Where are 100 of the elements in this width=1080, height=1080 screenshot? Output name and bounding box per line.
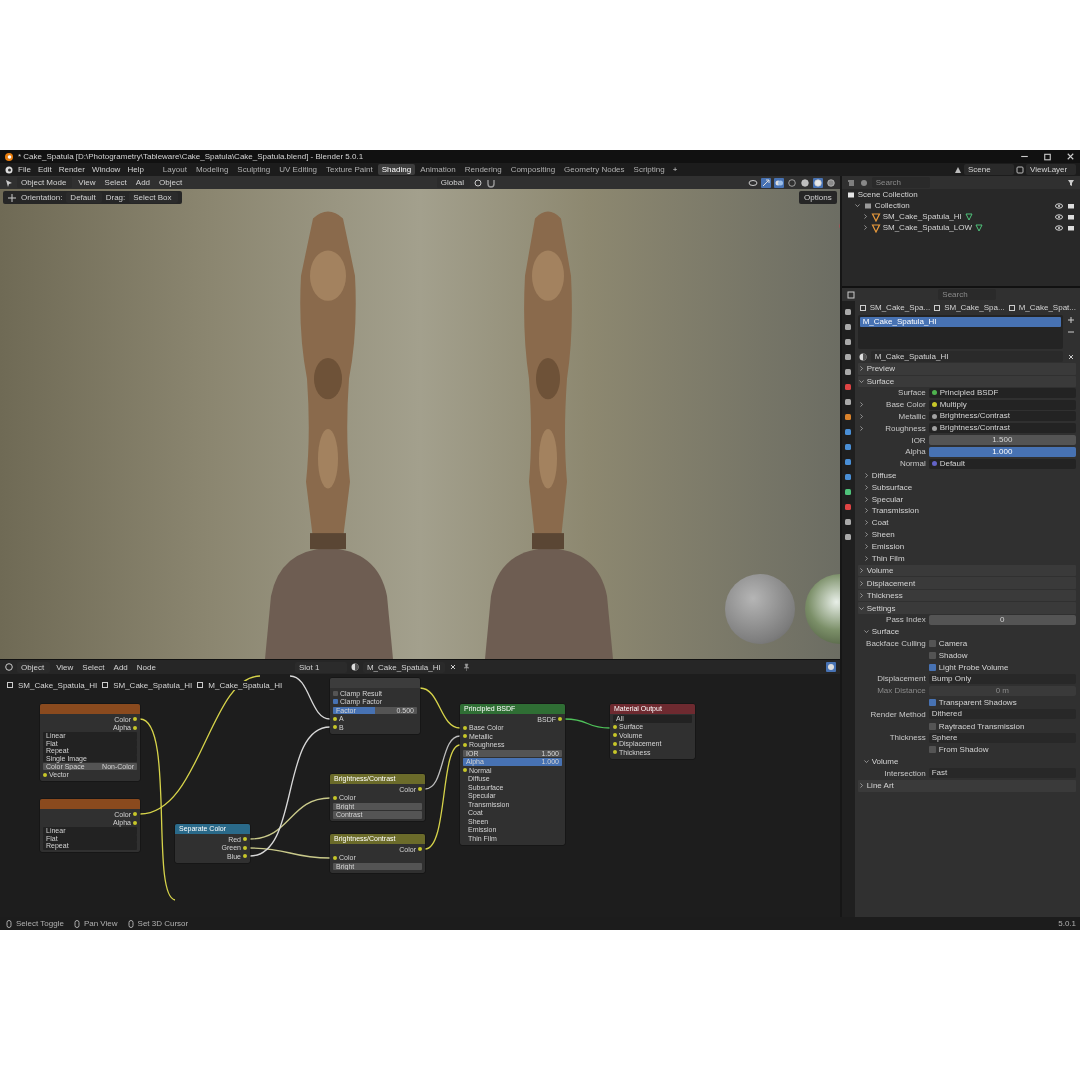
disclosure-chevron-icon[interactable] <box>862 554 870 562</box>
node-checkbox[interactable] <box>333 699 338 705</box>
disclosure-chevron-icon[interactable] <box>862 507 870 515</box>
transform-orientation-dropdown[interactable]: Global <box>436 177 470 188</box>
magnet-icon[interactable] <box>485 177 496 188</box>
workspace-tab[interactable]: Layout <box>158 164 191 175</box>
overlay-toggle-icon[interactable] <box>825 662 836 672</box>
search-field[interactable]: Search <box>938 289 997 300</box>
disclosure-chevron-icon[interactable] <box>857 579 865 587</box>
properties-tab-icon[interactable] <box>843 367 854 377</box>
menu-item[interactable]: Node <box>133 661 159 673</box>
panel-header[interactable]: Thickness <box>857 589 1076 602</box>
breadcrumb[interactable]: SM_Cake_Spa... <box>944 303 1005 312</box>
mode-dropdown[interactable]: Object Mode <box>17 177 73 188</box>
properties-tab-icon[interactable] <box>843 472 854 482</box>
workspace-tab[interactable]: Shading <box>377 164 416 175</box>
socket-link-field[interactable]: Default <box>928 458 1076 469</box>
properties-tab-icon[interactable] <box>843 412 854 422</box>
subpanel-title[interactable]: Thin Film <box>871 553 905 563</box>
layers-icon[interactable] <box>1015 164 1025 175</box>
node-header[interactable] <box>40 704 140 714</box>
eye-icon[interactable] <box>1054 200 1064 211</box>
workspace-tab[interactable]: UV Editing <box>275 164 322 175</box>
display-mode-icon[interactable] <box>858 177 869 188</box>
outliner-item[interactable]: Collection <box>874 201 910 210</box>
panel-header[interactable]: Settings <box>857 602 1076 614</box>
search-field[interactable]: Search <box>871 177 930 188</box>
properties-tab-icon[interactable] <box>843 382 854 392</box>
dropdown[interactable]: Dithered <box>928 709 1076 720</box>
subpanel-title[interactable]: Surface <box>871 627 900 637</box>
wireframe-shading-icon[interactable] <box>786 177 797 188</box>
node-editor-icon[interactable] <box>4 662 14 672</box>
breadcrumb[interactable]: SM_Cake_Spa... <box>869 303 931 312</box>
material-shading-icon[interactable] <box>812 177 823 188</box>
material-icon[interactable] <box>857 351 868 362</box>
properties-tab-icon[interactable] <box>843 397 854 407</box>
subpanel-title[interactable]: Volume <box>871 756 899 766</box>
plus-icon[interactable] <box>1066 315 1076 325</box>
subpanel-title[interactable]: Coat <box>871 518 889 528</box>
workspace-tab[interactable]: Rendering <box>460 164 506 175</box>
slider-field[interactable]: 1.000 <box>928 446 1076 457</box>
menu-item[interactable]: Object <box>156 177 186 188</box>
node-checkbox[interactable] <box>333 690 338 696</box>
checkbox[interactable] <box>928 651 936 659</box>
material-slot[interactable]: M_Cake_Spatula_HI <box>859 317 1061 327</box>
eye-icon[interactable] <box>1054 211 1064 222</box>
disclosure-chevron-icon[interactable] <box>857 567 865 575</box>
socket-link-field[interactable]: Brightness/Contrast <box>928 411 1076 422</box>
visibility-icon[interactable] <box>747 177 758 188</box>
breadcrumb[interactable]: SM_Cake_Spatula_HI <box>18 680 98 690</box>
slot-dropdown[interactable]: Slot 1 <box>294 661 347 673</box>
material-field[interactable]: M_Cake_Spatula_HI <box>362 661 445 673</box>
panel-header[interactable]: Preview <box>857 363 1076 375</box>
disclosure-chevron-icon[interactable] <box>862 495 870 503</box>
properties-tab-icon[interactable] <box>843 532 854 542</box>
properties-tab-icon[interactable] <box>843 442 854 452</box>
outliner-icon[interactable] <box>845 177 856 188</box>
disclosure-chevron-icon[interactable] <box>862 519 870 527</box>
disclosure-chevron-icon[interactable] <box>862 542 870 550</box>
disclosure-chevron-icon[interactable] <box>857 377 865 385</box>
panel-header[interactable]: Volume <box>857 564 1076 577</box>
properties-tab-icon[interactable] <box>843 427 854 437</box>
subpanel-title[interactable]: Specular <box>871 494 904 504</box>
socket-link-field[interactable]: Principled BSDF <box>928 387 1076 398</box>
workspace-tab[interactable]: Modeling <box>191 164 233 175</box>
disclosure-chevron-icon[interactable] <box>857 782 865 790</box>
disclosure-chevron-icon[interactable] <box>853 202 861 209</box>
subpanel-title[interactable]: Sheen <box>871 529 895 539</box>
cursor-icon[interactable] <box>4 177 14 188</box>
disclosure-chevron-icon[interactable] <box>857 604 865 612</box>
properties-tab-icon[interactable] <box>843 322 854 332</box>
menu-item[interactable]: Help <box>124 164 147 175</box>
subpanel-title[interactable]: Subsurface <box>871 482 913 492</box>
disclosure-chevron-icon[interactable] <box>857 365 865 373</box>
menu-item[interactable]: Select <box>101 177 130 188</box>
workspace-tab[interactable]: Scripting <box>629 164 669 175</box>
object-dropdown[interactable]: Object <box>17 661 51 673</box>
node-header[interactable] <box>330 678 420 688</box>
breadcrumb[interactable]: M_Cake_Spatula_HI <box>208 680 283 690</box>
solid-shading-icon[interactable] <box>799 177 810 188</box>
properties-tab-icon[interactable] <box>843 457 854 467</box>
menu-item[interactable]: View <box>53 661 77 673</box>
menu-item[interactable]: Select <box>79 661 108 673</box>
dropdown[interactable]: Bump Only <box>928 673 1076 684</box>
properties-tab-icon[interactable] <box>843 502 854 512</box>
workspace-tab[interactable]: Animation <box>416 164 460 175</box>
properties-tab-icon[interactable] <box>843 487 854 497</box>
subpanel-title[interactable]: Transmission <box>871 506 919 516</box>
workspace-tab[interactable]: Sculpting <box>233 164 275 175</box>
workspace-tab[interactable]: Texture Paint <box>322 164 377 175</box>
disclosure-chevron-icon[interactable] <box>857 592 865 600</box>
gizmo-toggle-icon[interactable] <box>760 177 771 188</box>
breadcrumb[interactable]: SM_Cake_Spatula_HI <box>113 680 193 690</box>
menu-item[interactable]: Render <box>55 164 88 175</box>
outliner-item[interactable]: SM_Cake_Spatula_LOW <box>882 223 973 232</box>
menu-item[interactable]: File <box>15 164 34 175</box>
dropdown[interactable]: Fast <box>928 768 1076 779</box>
scene-field[interactable]: Scene <box>964 164 1014 175</box>
outliner-item[interactable]: SM_Cake_Spatula_HI <box>882 212 962 221</box>
disclosure-chevron-icon[interactable] <box>862 483 870 491</box>
